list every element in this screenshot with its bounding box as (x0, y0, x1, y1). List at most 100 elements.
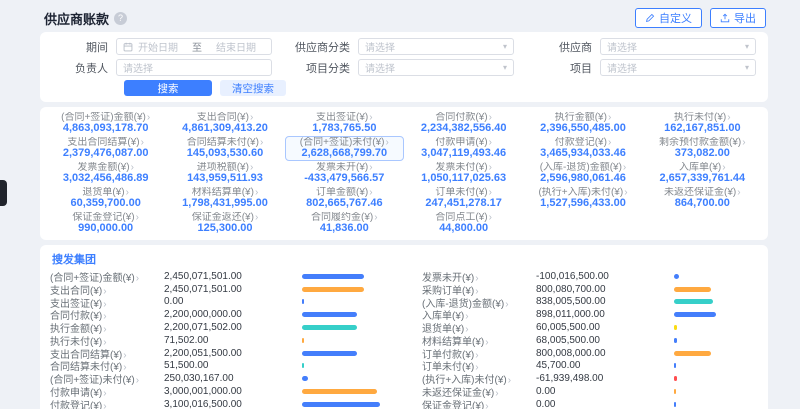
metric-bar-fill (674, 274, 679, 279)
stat-cell[interactable]: 发票未付(¥)›1,050,117,025.63 (404, 161, 523, 186)
detail-metric-value: 3,100,016,500.00 (164, 399, 302, 409)
stats-row: 发票金额(¥)›3,032,456,486.89进项税额(¥)›143,959,… (46, 161, 762, 186)
customize-button[interactable]: 自定义 (635, 8, 702, 28)
placeholder-text: 请选择 (607, 60, 637, 75)
detail-metric-value: 2,450,071,501.00 (164, 271, 302, 282)
stat-value: 864,700.00 (644, 198, 761, 210)
stat-cell[interactable]: 执行金额(¥)›2,396,550,485.00 (523, 111, 642, 136)
chevron-right-icon: › (737, 187, 740, 198)
detail-columns: (合同+签证)金额(¥)›2,450,071,501.00支出合同(¥)›2,4… (50, 270, 758, 409)
stat-cell[interactable]: 剩余预付款金额(¥)›373,082.00 (643, 136, 762, 161)
metric-bar (674, 338, 758, 343)
filter-field: 供应商分类请选择▾ (294, 38, 514, 55)
detail-metric-value: 60,005,500.00 (536, 322, 674, 333)
stat-cell[interactable]: (合同+签证)金额(¥)›4,863,093,178.70 (46, 111, 165, 136)
stat-value: 990,000.00 (47, 223, 164, 235)
stat-value: 2,596,980,061.46 (524, 173, 641, 185)
detail-metric-value: -100,016,500.00 (536, 271, 674, 282)
detail-metric-label[interactable]: 付款登记(¥)› (50, 397, 164, 409)
metric-bar (302, 287, 386, 292)
stat-cell[interactable]: 保证金返还(¥)›125,300.00 (165, 211, 284, 236)
stat-cell[interactable]: 合同付款(¥)›2,234,382,556.40 (404, 111, 523, 136)
filter-rows: 期间开始日期至结束日期供应商分类请选择▾供应商请选择▾负责人请选择项目分类请选择… (52, 38, 756, 76)
filter-field: 负责人请选择 (52, 59, 272, 76)
filter-select[interactable]: 请选择▾ (600, 38, 756, 55)
filter-select[interactable]: 请选择▾ (358, 59, 514, 76)
stat-value: 2,234,382,556.40 (405, 123, 522, 135)
stats-panel: (合同+签证)金额(¥)›4,863,093,178.70支出合同(¥)›4,8… (40, 107, 768, 240)
group-name-link[interactable]: 搜发集团 (50, 249, 96, 270)
stats-row: 保证金登记(¥)›990,000.00保证金返还(¥)›125,300.00合同… (46, 211, 762, 236)
stat-cell[interactable]: 发票未开(¥)›-433,479,566.57 (285, 161, 404, 186)
stat-cell[interactable]: 执行未付(¥)›162,167,851.00 (643, 111, 762, 136)
metric-bar-fill (674, 312, 716, 317)
stat-cell[interactable]: 材料结算单(¥)›1,798,431,995.00 (165, 186, 284, 211)
placeholder-text: 请选择 (607, 39, 637, 54)
filter-select[interactable]: 请选择▾ (358, 38, 514, 55)
filter-label: 项目分类 (294, 60, 358, 76)
stat-value: 162,167,851.00 (644, 123, 761, 135)
stat-cell[interactable]: 合同点工(¥)›44,800.00 (404, 211, 523, 236)
stat-cell[interactable]: 退货单(¥)›60,359,700.00 (46, 186, 165, 211)
detail-metric-value: 68,005,500.00 (536, 335, 674, 346)
export-icon (720, 13, 730, 23)
detail-metric-value: 0.00 (536, 399, 674, 409)
filter-label: 项目 (536, 60, 600, 76)
stat-cell[interactable]: 订单金额(¥)›802,665,767.46 (285, 186, 404, 211)
placeholder-text: 请选择 (123, 60, 153, 75)
stat-cell[interactable]: (入库-退货)金额(¥)›2,596,980,061.46 (523, 161, 642, 186)
metric-bar (302, 338, 386, 343)
detail-metric-value: 838,005,500.00 (536, 296, 674, 307)
detail-right-column: 发票未开(¥)›-100,016,500.00采购订单(¥)›800,080,7… (422, 270, 758, 409)
clear-search-button[interactable]: 清空搜索 (220, 80, 286, 96)
filter-field: 供应商请选择▾ (536, 38, 756, 55)
filter-input[interactable]: 请选择 (116, 59, 272, 76)
stats-row: 退货单(¥)›60,359,700.00材料结算单(¥)›1,798,431,9… (46, 186, 762, 211)
stat-cell[interactable]: 付款登记(¥)›3,465,934,033.46 (523, 136, 642, 161)
stat-cell[interactable]: 支出合同(¥)›4,861,309,413.20 (165, 111, 284, 136)
page-title: 供应商账款 (44, 9, 109, 28)
metric-bar-fill (674, 389, 676, 394)
metric-bar (302, 363, 386, 368)
stat-value: 44,800.00 (405, 223, 522, 235)
metric-bar-fill (302, 274, 364, 279)
export-label: 导出 (734, 10, 756, 26)
detail-metric-label[interactable]: 保证金登记(¥)› (422, 397, 536, 409)
stat-cell[interactable]: 支出签证(¥)›1,783,765.50 (285, 111, 404, 136)
stat-cell[interactable]: 支出合同结算(¥)›2,379,476,087.00 (46, 136, 165, 161)
stat-value: 2,628,668,799.70 (286, 148, 403, 160)
chevron-right-icon: › (136, 212, 139, 223)
metric-bar (674, 312, 758, 317)
drawer-handle[interactable] (0, 180, 7, 206)
stat-cell[interactable]: 保证金登记(¥)›990,000.00 (46, 211, 165, 236)
stat-value: 143,959,511.93 (166, 173, 283, 185)
help-icon[interactable]: ? (114, 12, 127, 25)
stat-cell[interactable]: 未返还保证金(¥)›864,700.00 (643, 186, 762, 211)
stat-cell[interactable]: 合同结算未付(¥)›145,093,530.60 (165, 136, 284, 161)
stat-cell[interactable]: 进项税额(¥)›143,959,511.93 (165, 161, 284, 186)
metric-bar (302, 402, 386, 407)
stat-value: 3,032,456,486.89 (47, 173, 164, 185)
stat-cell[interactable]: 入库单(¥)›2,657,339,761.44 (643, 161, 762, 186)
stat-cell[interactable]: 发票金额(¥)›3,032,456,486.89 (46, 161, 165, 186)
stat-cell[interactable]: 合同履约金(¥)›41,836.00 (285, 211, 404, 236)
stats-grid: (合同+签证)金额(¥)›4,863,093,178.70支出合同(¥)›4,8… (46, 111, 762, 236)
stat-value: 125,300.00 (166, 223, 283, 235)
metric-bar-fill (302, 287, 364, 292)
detail-metric-value: 800,080,700.00 (536, 284, 674, 295)
period-date-range-input[interactable]: 开始日期至结束日期 (116, 38, 272, 55)
search-button[interactable]: 搜索 (124, 80, 212, 96)
export-button[interactable]: 导出 (710, 8, 766, 28)
filter-select[interactable]: 请选择▾ (600, 59, 756, 76)
stat-cell[interactable]: (合同+签证)未付(¥)›2,628,668,799.70 (285, 136, 404, 161)
stat-cell[interactable]: (执行+入库)未付(¥)›1,527,596,433.00 (523, 186, 642, 211)
stat-value: 4,861,309,413.20 (166, 123, 283, 135)
stat-value: 247,451,278.17 (405, 198, 522, 210)
stat-cell[interactable]: 付款申请(¥)›3,047,119,493.46 (404, 136, 523, 161)
stat-cell[interactable]: 订单未付(¥)›247,451,278.17 (404, 186, 523, 211)
detail-row: 付款登记(¥)›3,100,016,500.00 (50, 398, 386, 409)
stat-value: 1,050,117,025.63 (405, 173, 522, 185)
metric-bar-fill (302, 325, 357, 330)
date-end-placeholder: 结束日期 (216, 39, 256, 54)
metric-bar-fill (302, 299, 304, 304)
